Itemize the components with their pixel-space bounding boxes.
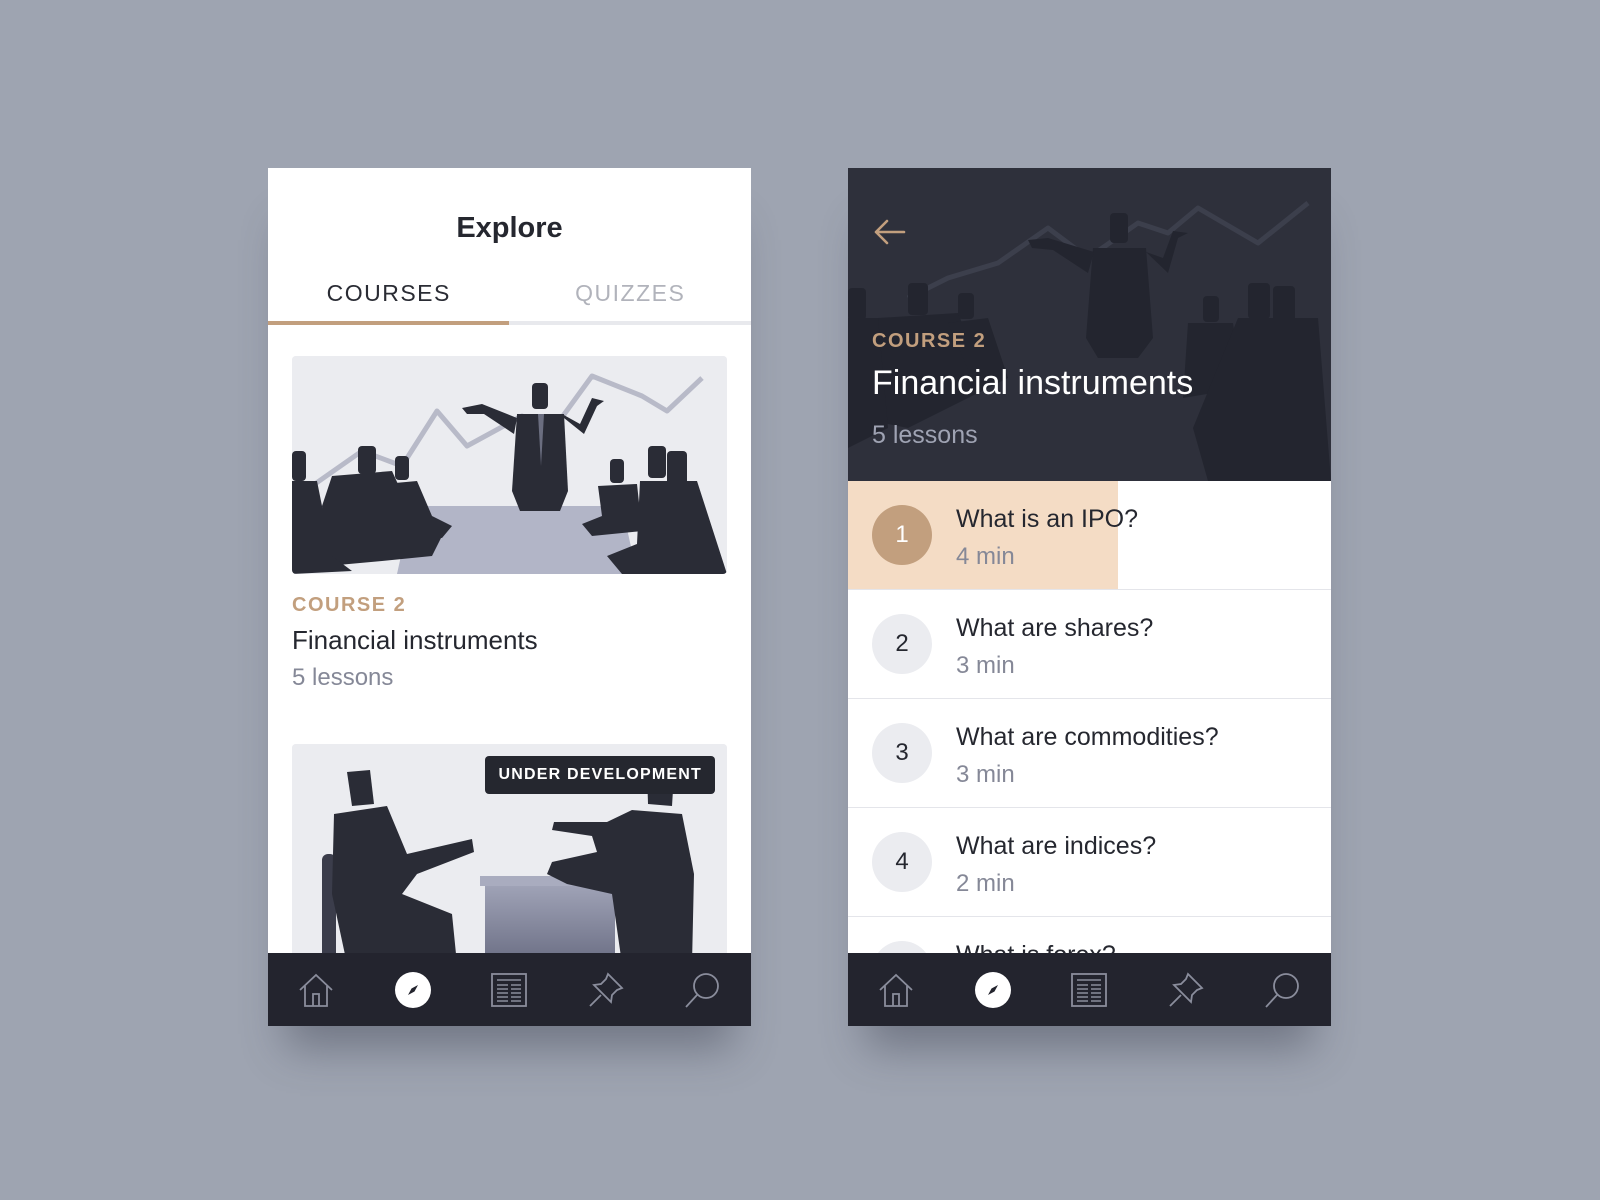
lesson-title: What are commodities? bbox=[956, 723, 1219, 751]
course-card[interactable]: UNDER DEVELOPMENT bbox=[292, 744, 727, 964]
lesson-duration: 3 min bbox=[956, 761, 1015, 788]
bottom-nav bbox=[848, 953, 1331, 1026]
lesson-number: 1 bbox=[872, 505, 932, 565]
pin-icon bbox=[589, 971, 624, 1007]
lesson-list: 1 What is an IPO? 4 min 2 What are share… bbox=[848, 481, 1331, 1026]
course-title: Financial instruments bbox=[872, 364, 1194, 402]
news-icon bbox=[491, 972, 528, 1007]
home-icon bbox=[879, 973, 913, 1007]
lesson-duration: 3 min bbox=[956, 652, 1015, 679]
course-lesson-count: 5 lessons bbox=[872, 421, 978, 449]
lesson-number: 3 bbox=[872, 723, 932, 783]
lesson-duration: 4 min bbox=[956, 543, 1015, 570]
lesson-item[interactable]: 1 What is an IPO? 4 min bbox=[848, 481, 1331, 590]
status-badge: UNDER DEVELOPMENT bbox=[485, 756, 715, 794]
lesson-item[interactable]: 3 What are commodities? 3 min bbox=[848, 699, 1331, 808]
nav-search[interactable] bbox=[1259, 966, 1307, 1014]
compass-icon bbox=[407, 984, 418, 995]
lesson-number: 2 bbox=[872, 614, 932, 674]
lesson-title: What are shares? bbox=[956, 614, 1154, 642]
lesson-title: What is an IPO? bbox=[956, 505, 1139, 533]
lesson-item[interactable]: 4 What are indices? 2 min bbox=[848, 808, 1331, 917]
arrow-left-icon bbox=[874, 219, 906, 245]
tab-quizzes[interactable]: QUIZZES bbox=[510, 276, 752, 316]
pin-icon bbox=[1169, 971, 1204, 1007]
tab-courses[interactable]: COURSES bbox=[268, 276, 510, 316]
course-detail-screen: COURSE 2 Financial instruments 5 lessons… bbox=[848, 168, 1331, 1026]
nav-pinned[interactable] bbox=[582, 966, 630, 1014]
bottom-nav bbox=[268, 953, 751, 1026]
nav-search[interactable] bbox=[679, 966, 727, 1014]
lesson-number: 4 bbox=[872, 832, 932, 892]
tab-bar: COURSES QUIZZES bbox=[268, 276, 751, 316]
course-hero: COURSE 2 Financial instruments 5 lessons bbox=[848, 168, 1331, 481]
explore-screen: Explore COURSES QUIZZES COURSE 2 Financi… bbox=[268, 168, 751, 1026]
lesson-duration: 2 min bbox=[956, 870, 1015, 897]
compass-icon bbox=[987, 984, 998, 995]
meeting-illustration bbox=[292, 356, 727, 574]
lesson-item[interactable]: 2 What are shares? 3 min bbox=[848, 590, 1331, 699]
nav-pinned[interactable] bbox=[1162, 966, 1210, 1014]
course-card[interactable]: COURSE 2 Financial instruments 5 lessons bbox=[292, 356, 727, 692]
nav-home[interactable] bbox=[292, 966, 340, 1014]
search-icon bbox=[1265, 972, 1299, 1008]
course-label: COURSE 2 bbox=[292, 594, 407, 616]
nav-home[interactable] bbox=[872, 966, 920, 1014]
tab-underline-active bbox=[268, 321, 509, 325]
nav-news[interactable] bbox=[485, 966, 533, 1014]
search-icon bbox=[685, 972, 719, 1008]
course-illustration bbox=[292, 356, 727, 574]
nav-explore[interactable] bbox=[969, 966, 1017, 1014]
nav-explore[interactable] bbox=[389, 966, 437, 1014]
home-icon bbox=[299, 973, 333, 1007]
course-lesson-count: 5 lessons bbox=[292, 664, 394, 691]
nav-news[interactable] bbox=[1065, 966, 1113, 1014]
course-title: Financial instruments bbox=[292, 625, 538, 655]
page-title: Explore bbox=[456, 212, 563, 244]
course-label: COURSE 2 bbox=[872, 330, 987, 352]
lesson-title: What are indices? bbox=[956, 832, 1157, 860]
back-button[interactable] bbox=[870, 212, 910, 252]
news-icon bbox=[1071, 972, 1108, 1007]
course-illustration: UNDER DEVELOPMENT bbox=[292, 744, 727, 964]
